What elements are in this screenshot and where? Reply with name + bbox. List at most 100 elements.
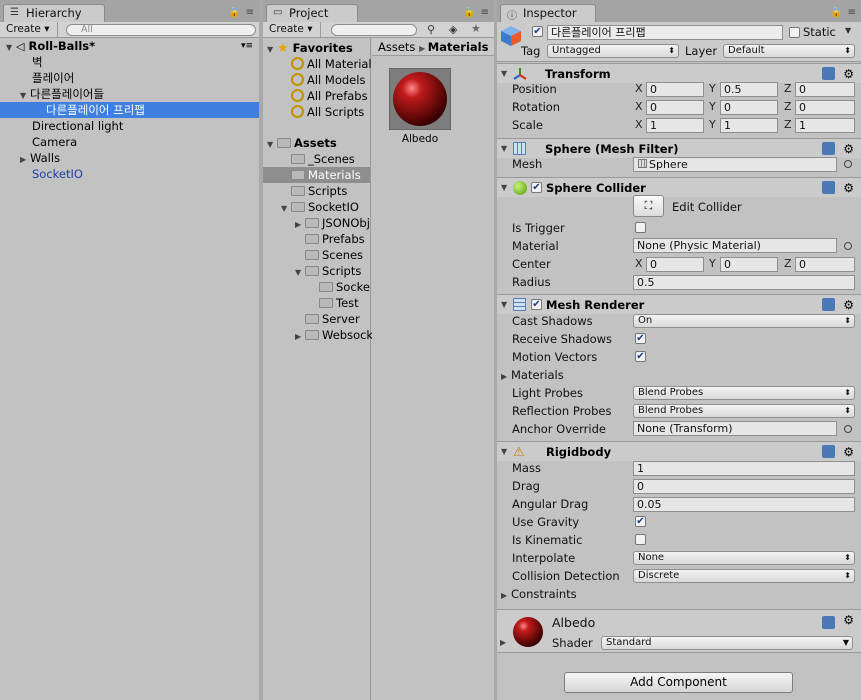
collapsed-triangle-icon[interactable]: ▶ <box>295 329 305 345</box>
object-picker-icon[interactable] <box>844 160 852 168</box>
gear-icon[interactable]: ⚙ <box>843 64 854 84</box>
collision-detection-dropdown[interactable]: Discrete ⬍ <box>633 569 855 583</box>
folder-item[interactable]: ▼ Scripts <box>263 263 370 279</box>
breadcrumb-assets[interactable]: Assets <box>378 40 415 54</box>
hierarchy-item[interactable]: Directional light <box>0 118 259 134</box>
gear-icon[interactable]: ⚙ <box>843 442 854 462</box>
project-search-input[interactable] <box>331 24 417 36</box>
add-component-button[interactable]: Add Component <box>564 672 793 693</box>
renderer-header[interactable]: ▼ ✔ Mesh Renderer ⚙ <box>497 294 861 314</box>
folder-item-selected[interactable]: Materials <box>263 167 370 183</box>
object-picker-icon[interactable] <box>844 242 852 250</box>
is-kinematic-checkbox[interactable] <box>635 534 646 545</box>
layer-dropdown[interactable]: Default ⬍ <box>723 44 855 58</box>
help-book-icon[interactable] <box>822 142 835 155</box>
hierarchy-item[interactable]: ▼ 다른플레이어들 <box>0 86 259 102</box>
favorite-star-icon[interactable]: ★ <box>471 22 481 35</box>
folder-item[interactable]: Scenes <box>263 247 370 263</box>
edit-collider-button[interactable]: ⛶ <box>633 195 664 217</box>
expand-triangle-icon[interactable]: ▼ <box>501 139 511 159</box>
folder-item[interactable]: Test <box>263 295 370 311</box>
folder-item[interactable]: _Scenes <box>263 151 370 167</box>
hierarchy-create-button[interactable]: Create ▾ <box>0 22 58 37</box>
collider-material-field[interactable]: None (Physic Material) <box>633 238 837 253</box>
folder-item[interactable]: Server <box>263 311 370 327</box>
favorite-item[interactable]: All Models <box>263 72 370 88</box>
rigidbody-header[interactable]: ▼ ⚠ Rigidbody ⚙ <box>497 441 861 461</box>
receive-shadows-checkbox[interactable]: ✔ <box>635 333 646 344</box>
folder-item[interactable]: ▼ SocketIO <box>263 199 370 215</box>
folder-item[interactable]: Prefabs <box>263 231 370 247</box>
asset-thumbnail[interactable] <box>389 68 451 130</box>
assets-header[interactable]: ▼ Assets <box>263 135 370 151</box>
mesh-filter-header[interactable]: ▼ Sphere (Mesh Filter) ⚙ <box>497 138 861 158</box>
lock-menu-icon[interactable]: 🔒 ≡ <box>830 7 857 18</box>
static-dropdown-icon[interactable]: ▼ <box>845 26 851 35</box>
project-create-button[interactable]: Create ▾ <box>263 22 321 37</box>
object-picker-icon[interactable] <box>844 425 852 433</box>
folder-item[interactable]: ▶ JSONObj <box>263 215 370 231</box>
position-x-field[interactable]: 0 <box>646 82 704 97</box>
help-book-icon[interactable] <box>822 67 835 80</box>
reflection-probes-dropdown[interactable]: Blend Probes ⬍ <box>633 404 855 418</box>
hierarchy-item[interactable]: Camera <box>0 134 259 150</box>
mesh-field[interactable]: Sphere <box>633 157 837 172</box>
breadcrumb-materials[interactable]: Materials <box>428 40 489 54</box>
scene-row[interactable]: ▼ ◁ Roll-Balls* ▾≡ <box>0 38 259 54</box>
help-book-icon[interactable] <box>822 181 835 194</box>
mass-field[interactable]: 1 <box>633 461 855 476</box>
favorite-item[interactable]: All Prefabs <box>263 88 370 104</box>
hierarchy-item[interactable]: SocketIO <box>0 166 259 182</box>
scale-z-field[interactable]: 1 <box>795 118 855 133</box>
center-z-field[interactable]: 0 <box>795 257 855 272</box>
expand-triangle-icon[interactable]: ▼ <box>501 178 511 198</box>
favorite-item[interactable]: All Scripts <box>263 104 370 120</box>
shader-dropdown[interactable]: Standard ▼ <box>601 636 853 650</box>
lock-menu-icon[interactable]: 🔒 ≡ <box>228 7 255 18</box>
hierarchy-item[interactable]: 벽 <box>0 54 259 70</box>
folder-item[interactable]: ▶ Websock <box>263 327 373 345</box>
favorite-item[interactable]: All Materials <box>263 56 378 72</box>
materials-foldout[interactable]: ▶ Materials <box>501 367 564 385</box>
help-book-icon[interactable] <box>822 445 835 458</box>
rotation-z-field[interactable]: 0 <box>795 100 855 115</box>
filter-type-icon[interactable]: ⚲ <box>427 23 435 36</box>
center-x-field[interactable]: 0 <box>646 257 704 272</box>
transform-header[interactable]: ▼ Transform ⚙ <box>497 63 861 83</box>
center-y-field[interactable]: 0 <box>720 257 778 272</box>
rotation-x-field[interactable]: 0 <box>646 100 704 115</box>
collider-header[interactable]: ▼ ✔ Sphere Collider ⚙ <box>497 177 861 197</box>
filter-label-icon[interactable]: ◈ <box>449 23 457 36</box>
expand-triangle-icon[interactable]: ▼ <box>501 442 511 462</box>
lock-menu-icon[interactable]: 🔒 ≡ <box>463 7 490 18</box>
tab-hierarchy[interactable]: ☰ Hierarchy <box>3 4 105 22</box>
gear-icon[interactable]: ⚙ <box>843 613 854 627</box>
use-gravity-checkbox[interactable]: ✔ <box>635 516 646 527</box>
position-y-field[interactable]: 0.5 <box>720 82 778 97</box>
scale-y-field[interactable]: 1 <box>720 118 778 133</box>
expand-triangle-icon[interactable]: ▼ <box>501 295 511 315</box>
folder-item[interactable]: Socke <box>263 279 370 295</box>
tab-inspector[interactable]: ⓘ Inspector <box>500 4 596 22</box>
static-checkbox[interactable] <box>789 27 800 38</box>
gear-icon[interactable]: ⚙ <box>843 139 854 159</box>
light-probes-dropdown[interactable]: Blend Probes ⬍ <box>633 386 855 400</box>
favorites-header[interactable]: ▼ ★ Favorites <box>263 40 370 56</box>
rotation-y-field[interactable]: 0 <box>720 100 778 115</box>
expand-triangle-icon[interactable]: ▼ <box>501 64 511 84</box>
active-checkbox[interactable]: ✔ <box>532 26 543 37</box>
collapsed-triangle-icon[interactable]: ▶ <box>501 369 511 385</box>
renderer-enabled-checkbox[interactable]: ✔ <box>531 299 542 310</box>
collapsed-triangle-icon[interactable]: ▶ <box>501 588 511 604</box>
drag-field[interactable]: 0 <box>633 479 855 494</box>
hierarchy-item[interactable]: ▶ Walls <box>0 150 259 166</box>
cast-shadows-dropdown[interactable]: On ⬍ <box>633 314 855 328</box>
tag-dropdown[interactable]: Untagged ⬍ <box>547 44 679 58</box>
scene-menu-icon[interactable]: ▾≡ <box>241 38 253 54</box>
help-book-icon[interactable] <box>822 298 835 311</box>
anchor-override-field[interactable]: None (Transform) <box>633 421 837 436</box>
collapsed-triangle-icon[interactable]: ▶ <box>500 638 510 647</box>
hierarchy-search-input[interactable]: All <box>66 24 256 36</box>
gear-icon[interactable]: ⚙ <box>843 178 854 198</box>
help-book-icon[interactable] <box>822 616 835 629</box>
